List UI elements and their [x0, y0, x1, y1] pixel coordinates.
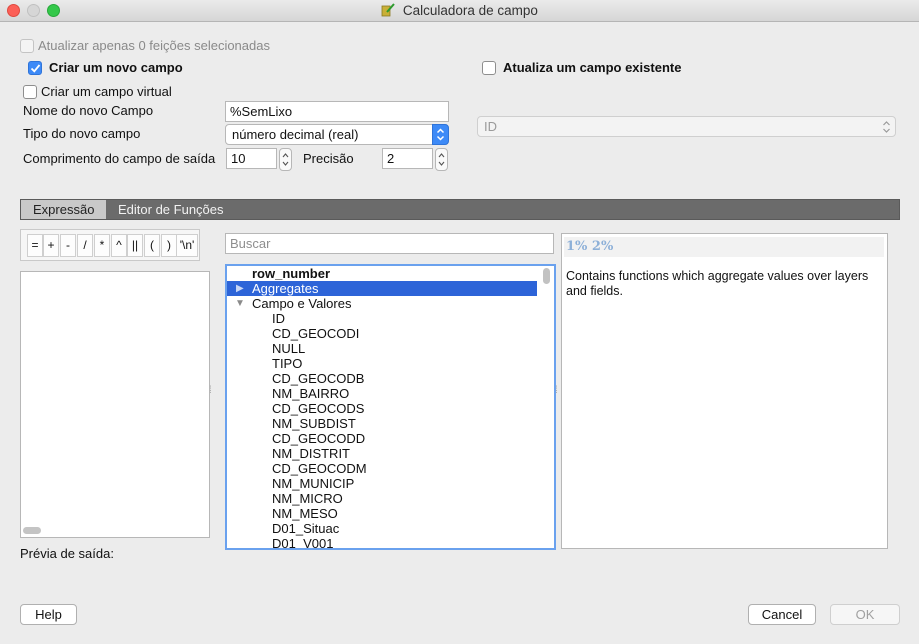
stepper-arrows-icon: [282, 153, 289, 166]
tree-item-field[interactable]: NM_SUBDIST: [272, 416, 356, 431]
tree-item-field[interactable]: CD_GEOCODS: [272, 401, 364, 416]
tree-item-field[interactable]: NM_BAIRRO: [272, 386, 349, 401]
cancel-button[interactable]: Cancel: [748, 604, 816, 625]
create-field-label: Criar um novo campo: [49, 60, 183, 75]
operator-toolbar: = + - / * ^ || ( ) '\n': [20, 229, 200, 261]
field-type-label: Tipo do novo campo: [23, 126, 141, 141]
virtual-field-label: Criar um campo virtual: [41, 84, 172, 99]
operator-newline-button[interactable]: '\n': [176, 234, 198, 257]
update-selected-label: Atualizar apenas 0 feições selecionadas: [38, 38, 270, 53]
update-existing-label: Atualiza um campo existente: [503, 60, 682, 75]
operator-multiply-button[interactable]: *: [94, 234, 110, 257]
operator-equals-button[interactable]: =: [27, 234, 43, 257]
tree-item-field[interactable]: NM_DISTRIT: [272, 446, 350, 461]
operator-minus-button[interactable]: -: [60, 234, 76, 257]
function-search-input[interactable]: Buscar: [225, 233, 554, 254]
output-preview-label: Prévia de saída:: [20, 546, 114, 561]
up-down-chevron-icon: [436, 128, 445, 141]
splitter-handle[interactable]: ⁞: [555, 385, 558, 396]
calculator-icon: [381, 3, 395, 17]
up-down-chevron-icon: [883, 121, 890, 133]
tree-item-field[interactable]: D01_V001: [272, 536, 333, 548]
expression-editor[interactable]: [20, 271, 210, 538]
window-title-area: Calculadora de campo: [0, 3, 919, 18]
horizontal-scrollbar[interactable]: [23, 527, 41, 534]
tree-item-field[interactable]: CD_GEOCODI: [272, 326, 359, 341]
operator-power-button[interactable]: ^: [111, 234, 127, 257]
field-type-value: número decimal (real): [232, 127, 359, 142]
title-bar: Calculadora de campo: [0, 0, 919, 22]
help-button[interactable]: Help: [20, 604, 77, 625]
tree-group-label: Aggregates: [252, 281, 319, 296]
function-tree[interactable]: row_number ▶ Aggregates ▼ Campo e Valore…: [225, 264, 556, 550]
help-heading: 1% 2%: [564, 237, 884, 257]
operator-close-paren-button[interactable]: ): [161, 234, 177, 257]
precision-input[interactable]: 2: [382, 148, 433, 169]
tab-function-editor[interactable]: Editor de Funções: [106, 200, 236, 219]
tree-group-label: Campo e Valores: [252, 296, 352, 311]
operator-plus-button[interactable]: +: [43, 234, 59, 257]
field-name-input[interactable]: %SemLixo: [225, 101, 449, 122]
operator-concat-button[interactable]: ||: [127, 234, 143, 257]
ok-button[interactable]: OK: [830, 604, 900, 625]
vertical-scrollbar[interactable]: [543, 268, 550, 284]
tree-item-field[interactable]: NULL: [272, 341, 305, 356]
tree-item-field[interactable]: ID: [272, 311, 285, 326]
expand-arrow-icon[interactable]: ▶: [236, 281, 244, 296]
operator-divide-button[interactable]: /: [77, 234, 93, 257]
tree-item-row-number[interactable]: row_number: [252, 266, 330, 281]
collapse-arrow-icon[interactable]: ▼: [235, 296, 245, 311]
field-name-label: Nome do novo Campo: [23, 103, 154, 118]
tree-item-field[interactable]: D01_Situac: [272, 521, 339, 536]
precision-stepper[interactable]: [435, 148, 448, 171]
help-text: Contains functions which aggregate value…: [566, 269, 869, 298]
tree-item-field[interactable]: CD_GEOCODD: [272, 431, 365, 446]
field-type-select-arrows[interactable]: [432, 124, 449, 145]
checkmark-icon: [30, 64, 41, 73]
existing-field-value: ID: [484, 119, 497, 134]
tree-item-field[interactable]: NM_MUNICIP: [272, 476, 354, 491]
update-existing-checkbox[interactable]: [482, 61, 496, 75]
create-field-checkbox[interactable]: [28, 61, 42, 75]
window-title: Calculadora de campo: [402, 3, 538, 18]
update-selected-checkbox[interactable]: [20, 39, 34, 53]
tree-group-fields-values[interactable]: ▼ Campo e Valores: [227, 296, 537, 311]
stepper-arrows-icon: [438, 153, 445, 166]
tree-item-field[interactable]: TIPO: [272, 356, 302, 371]
splitter-handle[interactable]: ⁞: [209, 385, 212, 396]
field-type-select[interactable]: número decimal (real): [225, 124, 449, 145]
output-length-input[interactable]: 10: [226, 148, 277, 169]
precision-label: Precisão: [303, 151, 354, 166]
output-length-label: Comprimento do campo de saída: [23, 151, 216, 166]
output-length-stepper[interactable]: [279, 148, 292, 171]
tree-item-field[interactable]: CD_GEOCODM: [272, 461, 367, 476]
tree-item-field[interactable]: NM_MESO: [272, 506, 338, 521]
tab-expression[interactable]: Expressão: [21, 200, 107, 219]
field-calculator-window: Calculadora de campo Atualizar apenas 0 …: [0, 0, 919, 644]
expression-tab-bar: Expressão Editor de Funções: [20, 199, 900, 220]
operator-open-paren-button[interactable]: (: [144, 234, 160, 257]
tree-item-field[interactable]: CD_GEOCODB: [272, 371, 364, 386]
function-help-panel: 1% 2% Contains functions which aggregate…: [561, 233, 888, 549]
tree-group-aggregates[interactable]: ▶ Aggregates: [227, 281, 537, 296]
existing-field-select[interactable]: ID: [477, 116, 896, 137]
virtual-field-checkbox[interactable]: [23, 85, 37, 99]
tree-item-field[interactable]: NM_MICRO: [272, 491, 343, 506]
